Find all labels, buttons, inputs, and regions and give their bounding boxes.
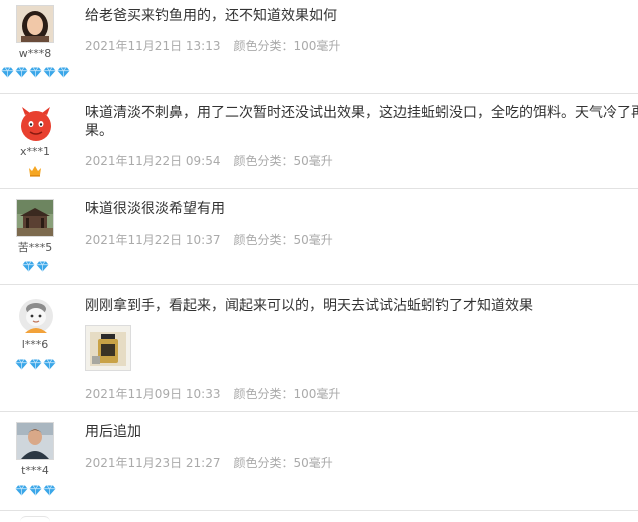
username: 苦***5: [17, 241, 53, 254]
review-date: 2021年11月22日 10:37: [85, 233, 221, 247]
user-avatar[interactable]: [16, 296, 54, 334]
review-meta: 2021年11月21日 13:13 颜色分类：100毫升: [85, 37, 340, 54]
user-avatar[interactable]: [16, 5, 54, 43]
diamond-icon: [29, 485, 41, 496]
review-meta: 2021年11月22日 09:54 颜色分类：50毫升: [85, 152, 333, 169]
user-level-badges: [0, 261, 70, 274]
diamond-icon: [22, 261, 34, 272]
review-meta: 2021年11月09日 10:33 颜色分类：100毫升: [85, 385, 340, 402]
user-avatar[interactable]: [16, 199, 54, 237]
user-level-badges: [0, 67, 70, 80]
product-spec: 颜色分类：50毫升: [233, 154, 333, 168]
review-date: 2021年11月21日 13:13: [85, 39, 221, 53]
username: x***1: [19, 145, 50, 158]
diamond-icon: [29, 67, 41, 78]
diamond-icon: [29, 359, 41, 370]
review-text: 用后追加: [85, 424, 141, 440]
diamond-icon: [57, 67, 69, 78]
user-level-badges: [0, 485, 70, 498]
user-avatar[interactable]: [16, 422, 54, 460]
username: l***6: [21, 338, 49, 351]
diamond-icon: [1, 67, 13, 78]
review-item: l***6 刚刚拿到手，看起来，闻起来可以的，明天去试试沾蚯蚓钓了才知道效果 2…: [0, 285, 638, 412]
diamond-icon: [43, 67, 55, 78]
diamond-icon: [43, 359, 55, 370]
review-item: t***4 用后追加 2021年11月23日 21:27 颜色分类：50毫升: [0, 412, 638, 511]
diamond-icon: [15, 485, 27, 496]
user-level-badges: [0, 359, 70, 372]
user-level-badges: [0, 165, 70, 178]
product-spec: 颜色分类：100毫升: [233, 39, 341, 53]
review-photo-thumbnail[interactable]: [85, 325, 131, 371]
next-review-avatar-partial: [20, 516, 50, 522]
review-item: x***1 味道清淡不刺鼻，用了二次暂时还没试出效果，这边挂蚯蚓没口，全吃的饵料…: [0, 94, 638, 189]
diamond-icon: [36, 261, 48, 272]
review-text-line2: 果。: [85, 123, 113, 139]
review-text: 味道很淡很淡希望有用: [85, 201, 225, 217]
crown-icon: [29, 166, 41, 177]
review-item: w***8 给老爸买来钓鱼用的，还不知道效果如何 2021年11月21日 13:…: [0, 0, 638, 94]
review-item: 苦***5 味道很淡很淡希望有用 2021年11月22日 10:37 颜色分类：5…: [0, 189, 638, 285]
bottle-photo-icon: [86, 326, 130, 370]
review-date: 2021年11月23日 21:27: [85, 456, 221, 470]
diamond-icon: [15, 359, 27, 370]
product-spec: 颜色分类：50毫升: [233, 233, 333, 247]
username: t***4: [21, 464, 49, 477]
diamond-icon: [15, 67, 27, 78]
review-text: 给老爸买来钓鱼用的，还不知道效果如何: [85, 8, 337, 24]
review-text: 刚刚拿到手，看起来，闻起来可以的，明天去试试沾蚯蚓钓了才知道效果: [85, 298, 533, 314]
user-avatar[interactable]: [16, 104, 54, 142]
product-spec: 颜色分类：100毫升: [233, 387, 341, 401]
username: w***8: [18, 47, 52, 60]
review-text-line1: 味道清淡不刺鼻，用了二次暂时还没试出效果，这边挂蚯蚓没口，全吃的饵料。天气冷了再: [85, 105, 638, 121]
product-spec: 颜色分类：50毫升: [233, 456, 333, 470]
review-date: 2021年11月22日 09:54: [85, 154, 221, 168]
review-date: 2021年11月09日 10:33: [85, 387, 221, 401]
review-meta: 2021年11月22日 10:37 颜色分类：50毫升: [85, 231, 333, 248]
review-text: 味道清淡不刺鼻，用了二次暂时还没试出效果，这边挂蚯蚓没口，全吃的饵料。天气冷了再…: [85, 104, 638, 140]
review-meta: 2021年11月23日 21:27 颜色分类：50毫升: [85, 454, 333, 471]
diamond-icon: [43, 485, 55, 496]
